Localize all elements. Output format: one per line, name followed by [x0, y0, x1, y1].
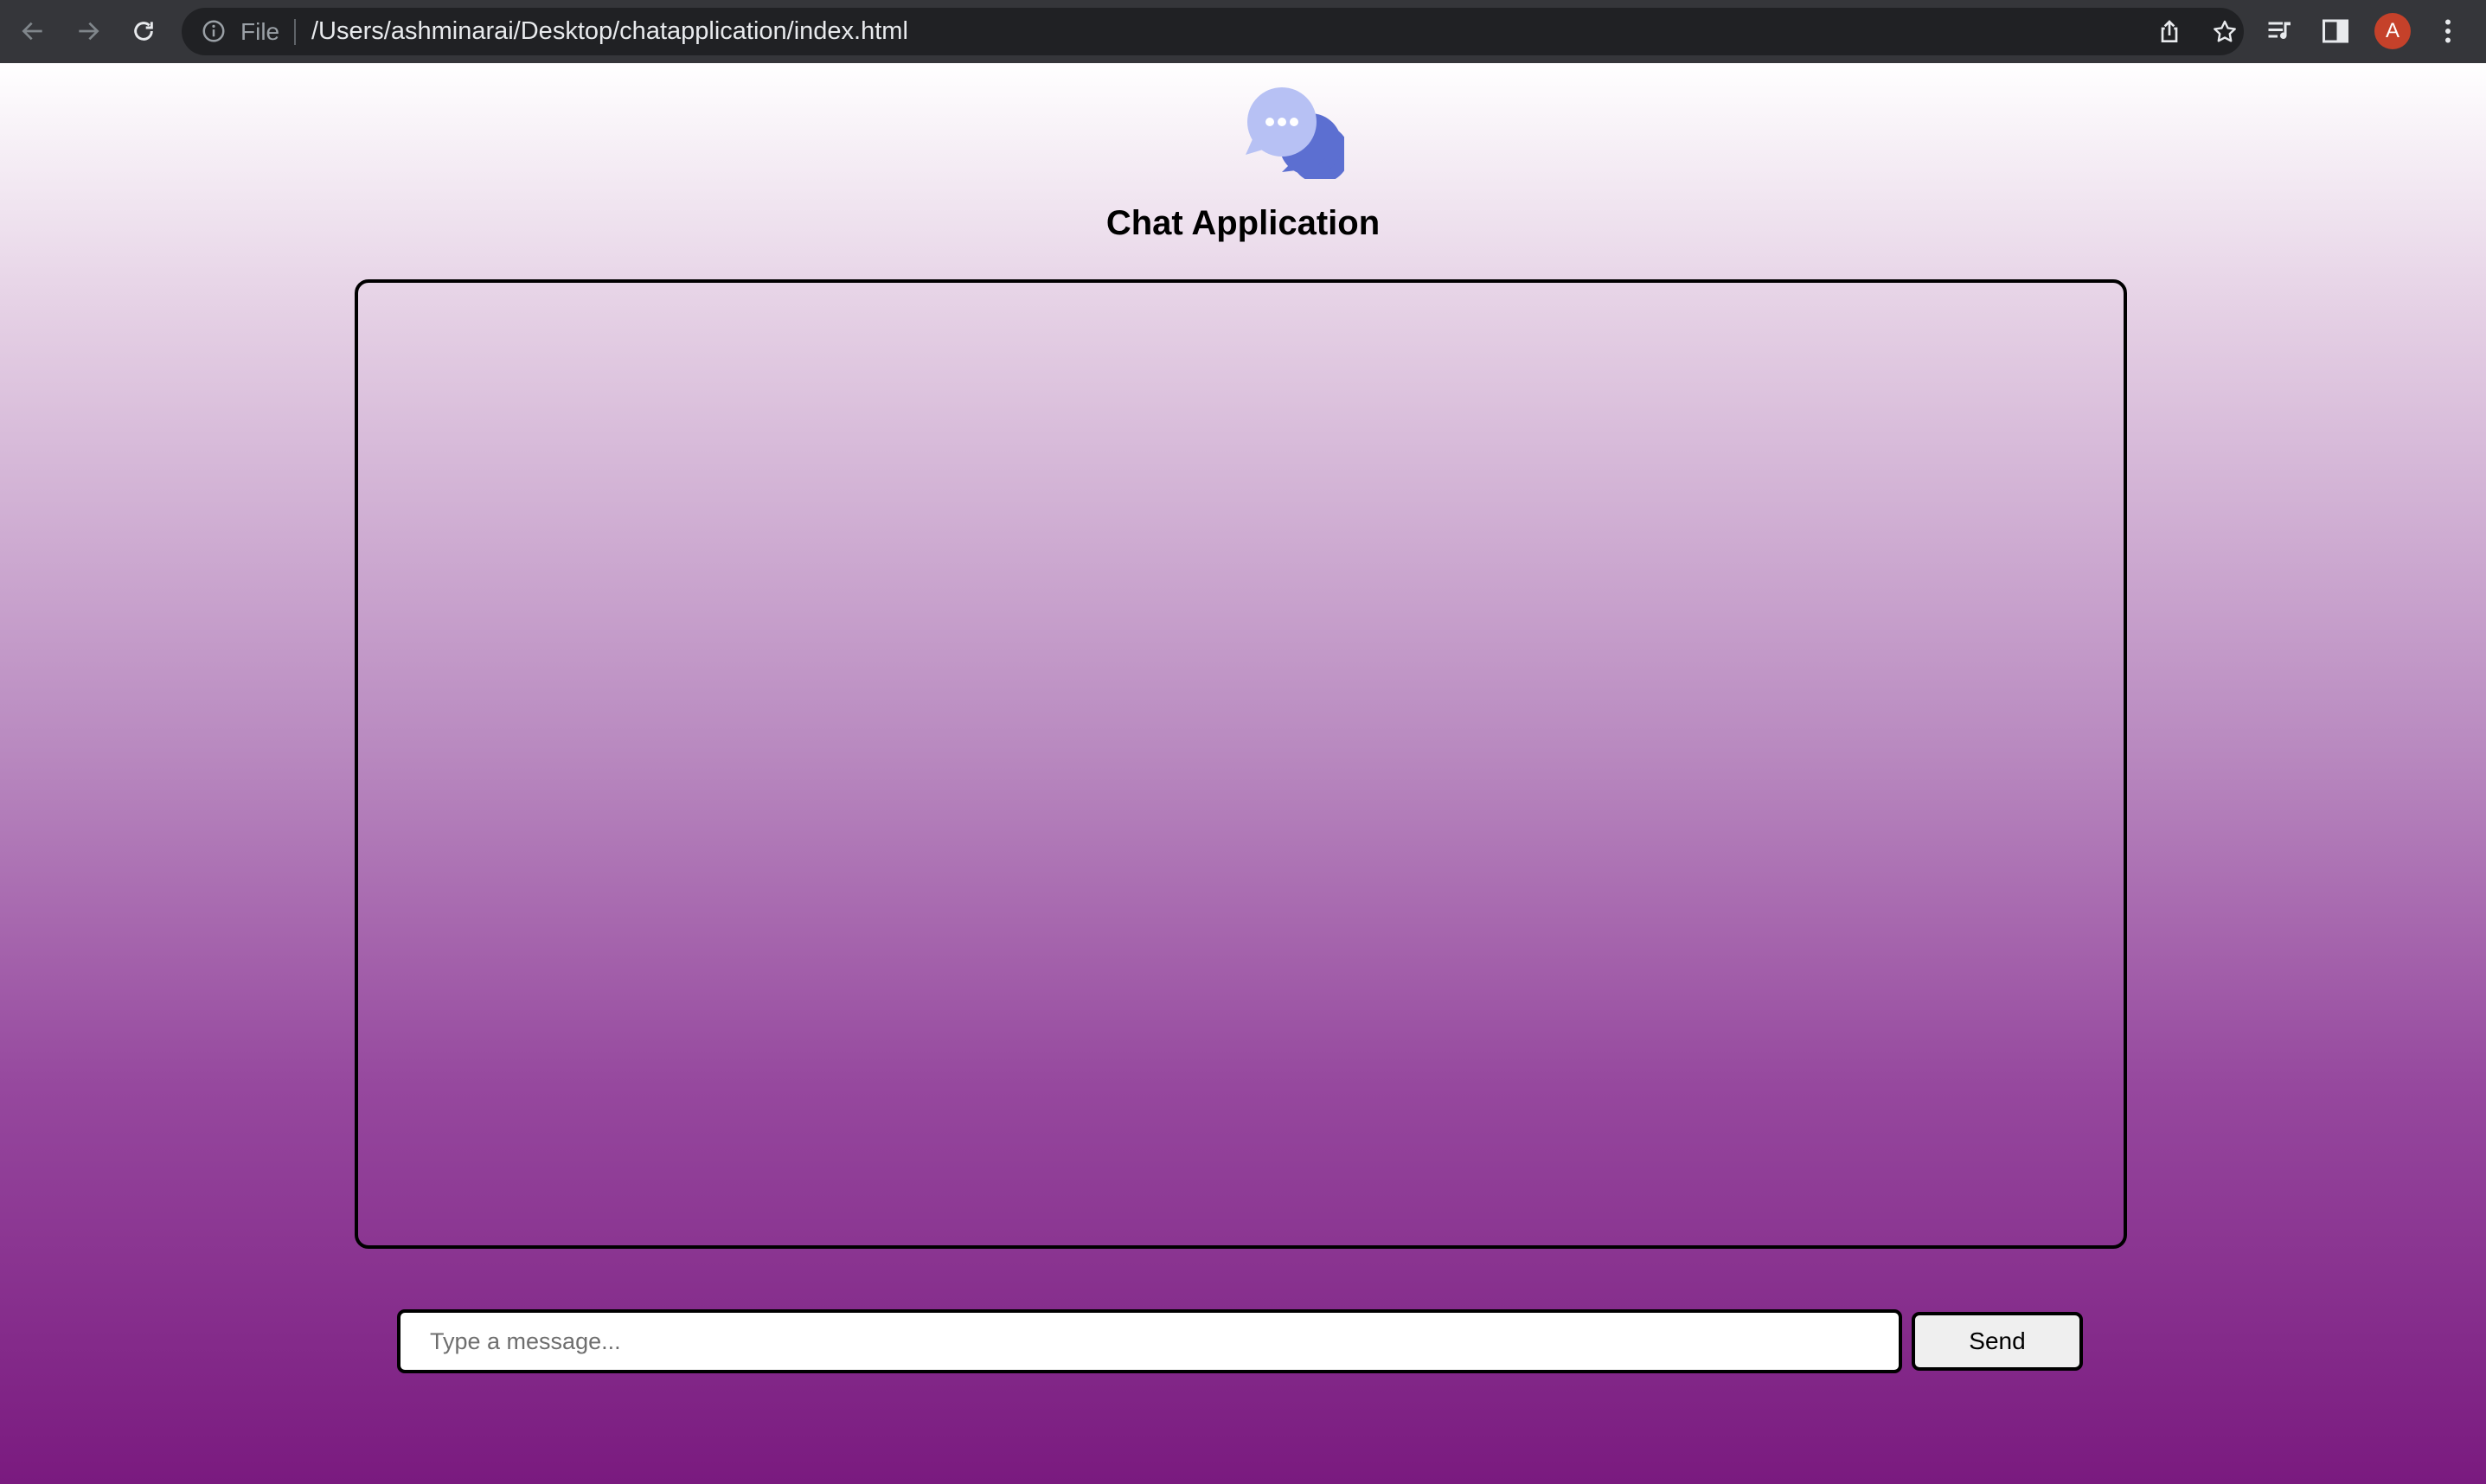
back-button[interactable]	[14, 12, 52, 50]
media-queue-icon	[2268, 22, 2291, 39]
page-viewport: Chat Application Send	[0, 63, 2486, 1484]
message-input[interactable]	[397, 1309, 1902, 1373]
arrow-left-icon	[22, 22, 42, 41]
reload-button[interactable]	[125, 12, 163, 50]
kebab-menu-icon	[2445, 19, 2451, 43]
info-circle-icon[interactable]	[201, 18, 227, 44]
browser-toolbar: File /Users/ashminarai/Desktop/chatappli…	[0, 0, 2486, 63]
reload-icon	[134, 22, 153, 41]
share-button[interactable]	[2156, 18, 2183, 46]
page-title: Chat Application	[1105, 204, 1381, 242]
browser-menu-button[interactable]	[2432, 16, 2464, 47]
arrow-right-icon	[79, 22, 99, 41]
bookmark-button[interactable]	[2211, 18, 2239, 46]
forward-button[interactable]	[69, 12, 107, 50]
side-panel-icon	[2323, 19, 2348, 43]
send-button[interactable]: Send	[1912, 1312, 2083, 1371]
chat-bubbles-icon	[1246, 87, 1344, 179]
star-icon	[2214, 20, 2236, 42]
url-scheme-label: File	[240, 18, 280, 45]
url-text[interactable]: /Users/ashminarai/Desktop/chatapplicatio…	[311, 8, 908, 55]
side-panel-button[interactable]	[2320, 16, 2351, 47]
media-queue-button[interactable]	[2265, 16, 2296, 47]
share-icon	[2161, 20, 2178, 42]
profile-avatar[interactable]: A	[2374, 13, 2411, 49]
chat-messages-area[interactable]	[355, 279, 2127, 1249]
address-bar[interactable]: File /Users/ashminarai/Desktop/chatappli…	[182, 8, 2244, 55]
omnibox-divider	[294, 19, 296, 45]
